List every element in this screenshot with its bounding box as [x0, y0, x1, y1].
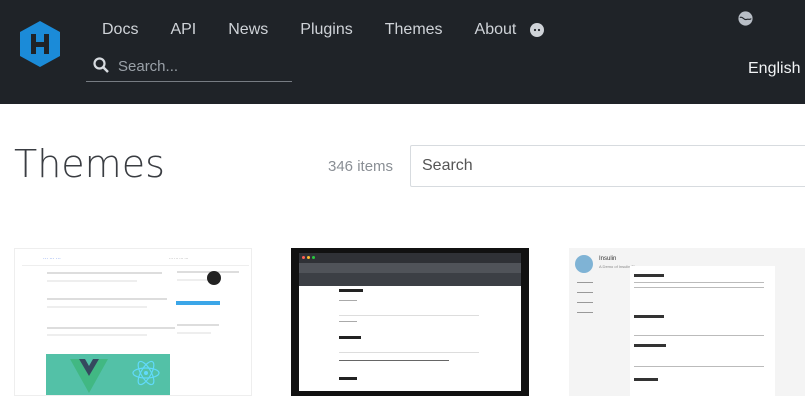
vue-logo-icon: [70, 359, 108, 393]
theme-card-1[interactable]: ··· ··· ··· ··· ··· ··· ···: [14, 248, 252, 396]
site-search-input[interactable]: [118, 55, 288, 77]
hexo-logo-icon[interactable]: [18, 20, 62, 68]
theme-card-3[interactable]: Insulin A Demo of Insulin Theme: [569, 248, 805, 396]
theme-count: 346 items: [328, 158, 394, 175]
language-selector[interactable]: English: [748, 60, 800, 78]
globe-icon[interactable]: [737, 10, 754, 27]
theme-search-input[interactable]: [410, 145, 805, 187]
main-nav: Docs API News Plugins Themes About: [102, 20, 548, 40]
nav-news[interactable]: News: [228, 20, 268, 40]
github-icon[interactable]: [529, 22, 545, 38]
nav-themes[interactable]: Themes: [385, 20, 443, 40]
theme-avatar: [575, 255, 593, 273]
avatar: [207, 271, 221, 285]
page-title: Themes: [14, 142, 165, 186]
site-search: [86, 52, 292, 82]
react-logo-icon: [132, 360, 160, 386]
nav-docs[interactable]: Docs: [102, 20, 138, 40]
nav-about[interactable]: About: [475, 20, 517, 40]
nav-api[interactable]: API: [170, 20, 196, 40]
search-icon: [93, 57, 109, 73]
theme-card-2[interactable]: [291, 248, 529, 396]
site-header: Docs API News Plugins Themes About Engli…: [0, 0, 805, 104]
theme-card-3-title: Insulin: [599, 256, 617, 262]
nav-plugins[interactable]: Plugins: [300, 20, 352, 40]
